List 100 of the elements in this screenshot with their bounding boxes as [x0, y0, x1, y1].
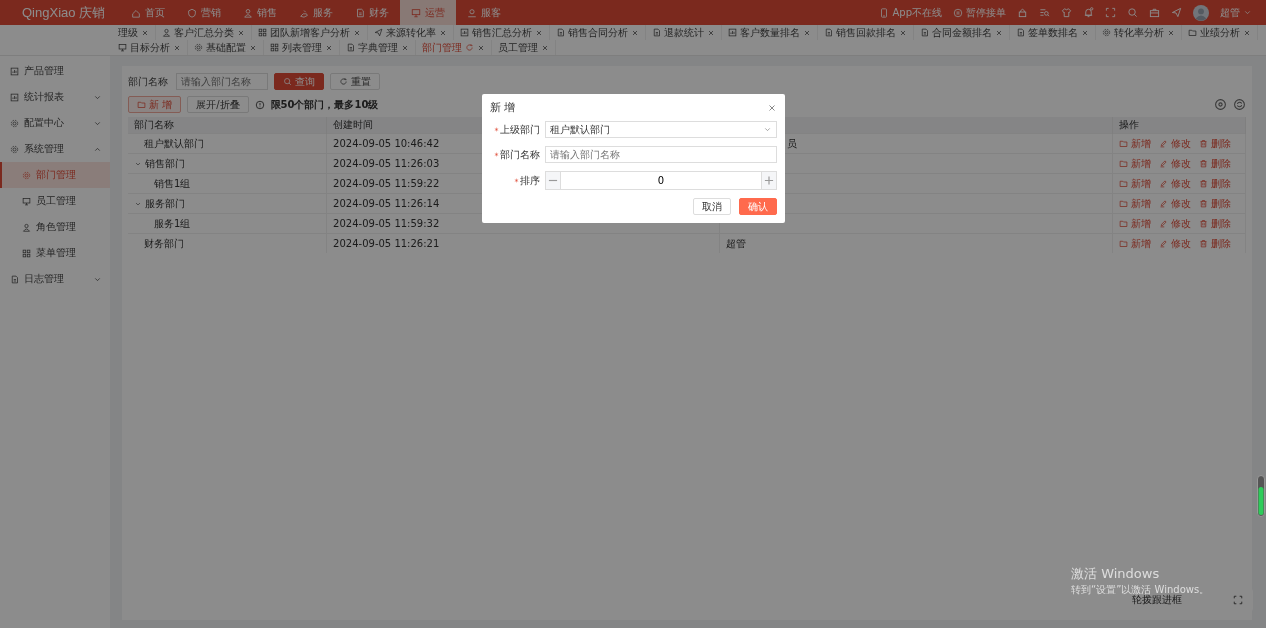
page-tab[interactable]: 业绩分析	[1182, 25, 1258, 40]
delete-link[interactable]: 删除	[1199, 156, 1231, 171]
close-icon[interactable]	[439, 28, 447, 37]
sidebar-item[interactable]: 日志管理	[0, 266, 110, 292]
plus-icon[interactable]	[762, 172, 776, 189]
expand-icon[interactable]	[1233, 595, 1243, 605]
edit-link[interactable]: 修改	[1159, 196, 1191, 211]
bell-icon[interactable]	[1083, 7, 1094, 18]
sidebar-item[interactable]: 角色管理	[0, 214, 110, 240]
reset-button[interactable]: 重置	[330, 73, 380, 90]
close-icon[interactable]	[707, 28, 715, 37]
sidebar-item[interactable]: 统计报表	[0, 84, 110, 110]
page-tab[interactable]: 基础配置	[188, 40, 264, 55]
refresh-icon[interactable]	[1233, 98, 1246, 111]
page-tab[interactable]: 客户数量排名	[722, 25, 818, 40]
add-link[interactable]: 新增	[1119, 196, 1151, 211]
page-tab[interactable]: 销售汇总分析	[454, 25, 550, 40]
page-tab[interactable]: 合同金额排名	[914, 25, 1010, 40]
close-icon[interactable]	[353, 28, 361, 37]
edit-link[interactable]: 修改	[1159, 136, 1191, 151]
close-icon[interactable]	[995, 28, 1003, 37]
input-field[interactable]: 请输入部门名称	[545, 146, 777, 163]
close-icon[interactable]	[325, 43, 333, 52]
avatar-icon[interactable]	[1193, 4, 1209, 21]
close-icon[interactable]	[803, 28, 811, 37]
page-tab[interactable]: 客户汇总分类	[156, 25, 252, 40]
close-icon[interactable]	[237, 28, 245, 37]
page-tab[interactable]: 目标分析	[112, 40, 188, 55]
page-tab[interactable]: 理级	[112, 25, 156, 40]
nav-tab[interactable]: 服客	[456, 0, 512, 25]
add-link[interactable]: 新增	[1119, 216, 1151, 231]
close-icon[interactable]	[401, 43, 409, 52]
status-button[interactable]: 暂停接单	[953, 5, 1006, 20]
close-icon[interactable]	[1243, 28, 1251, 37]
edit-link[interactable]: 修改	[1159, 236, 1191, 251]
search-icon[interactable]	[1127, 7, 1138, 18]
close-icon[interactable]	[631, 28, 639, 37]
page-tab[interactable]: 字典管理	[340, 40, 416, 55]
page-tab[interactable]: 来源转化率	[368, 25, 454, 40]
edit-link[interactable]: 修改	[1159, 156, 1191, 171]
edit-link[interactable]: 修改	[1159, 176, 1191, 191]
page-tab[interactable]: 签单数排名	[1010, 25, 1096, 40]
search-field[interactable]: 请输入部门名称	[176, 73, 268, 90]
close-icon[interactable]	[249, 43, 257, 52]
nav-tab[interactable]: 服务	[288, 0, 344, 25]
briefcase-icon[interactable]	[1149, 7, 1160, 18]
delete-link[interactable]: 删除	[1199, 236, 1231, 251]
sidebar-item[interactable]: 员工管理	[0, 188, 110, 214]
status-button[interactable]: App不在线	[879, 5, 942, 20]
page-tab[interactable]: 员工管理	[492, 40, 556, 55]
page-tab[interactable]: 团队新增客户分析	[252, 25, 368, 40]
delete-link[interactable]: 删除	[1199, 216, 1231, 231]
page-tab[interactable]: 退款统计	[646, 25, 722, 40]
sidebar-item[interactable]: 菜单管理	[0, 240, 110, 266]
close-icon[interactable]	[541, 43, 549, 52]
close-icon[interactable]	[477, 43, 485, 52]
sidebar-item[interactable]: 部门管理	[0, 162, 110, 188]
nav-tab[interactable]: 营销	[176, 0, 232, 25]
sidebar-item[interactable]: 配置中心	[0, 110, 110, 136]
number-field[interactable]: 0	[545, 171, 777, 190]
add-link[interactable]: 新增	[1119, 156, 1151, 171]
paper-plane-icon[interactable]	[1171, 7, 1182, 18]
query-button[interactable]: 查询	[274, 73, 324, 90]
close-icon[interactable]	[767, 102, 777, 113]
nav-tab[interactable]: 销售	[232, 0, 288, 25]
fullscreen-icon[interactable]	[1105, 7, 1116, 18]
lock-icon[interactable]	[1017, 7, 1028, 18]
nav-tab[interactable]: 财务	[344, 0, 400, 25]
close-icon[interactable]	[141, 28, 149, 37]
nav-tab[interactable]: 运营	[400, 0, 456, 25]
select-field[interactable]: 租户默认部门	[545, 121, 777, 138]
shirt-icon[interactable]	[1061, 7, 1072, 18]
close-icon[interactable]	[1081, 28, 1089, 37]
page-tab[interactable]: 列表管理	[264, 40, 340, 55]
page-tab[interactable]: 部门管理	[416, 40, 492, 55]
settings-icon[interactable]	[1214, 98, 1227, 111]
nav-tab[interactable]: 首页	[120, 0, 176, 25]
expand-collapse-button[interactable]: 展开/折叠	[187, 96, 249, 113]
add-link[interactable]: 新增	[1119, 236, 1151, 251]
confirm-button[interactable]: 确认	[739, 198, 777, 215]
delete-link[interactable]: 删除	[1199, 176, 1231, 191]
close-icon[interactable]	[1167, 28, 1175, 37]
close-icon[interactable]	[173, 43, 181, 52]
delete-link[interactable]: 删除	[1199, 136, 1231, 151]
edit-link[interactable]: 修改	[1159, 216, 1191, 231]
add-button[interactable]: 新 增	[128, 96, 182, 113]
close-icon[interactable]	[899, 28, 907, 37]
sidebar-item[interactable]: 系统管理	[0, 136, 110, 162]
add-link[interactable]: 新增	[1119, 136, 1151, 151]
add-link[interactable]: 新增	[1119, 176, 1151, 191]
sidebar-item[interactable]: 产品管理	[0, 58, 110, 84]
list-search-icon[interactable]	[1039, 7, 1050, 18]
page-tab[interactable]: 销售回款排名	[818, 25, 914, 40]
cancel-button[interactable]: 取消	[693, 198, 731, 215]
delete-link[interactable]: 删除	[1199, 196, 1231, 211]
page-tab[interactable]: 转化率分析	[1096, 25, 1182, 40]
refresh-icon[interactable]	[465, 43, 474, 52]
user-menu[interactable]: 超管	[1220, 5, 1252, 20]
minus-icon[interactable]	[546, 172, 560, 189]
close-icon[interactable]	[535, 28, 543, 37]
